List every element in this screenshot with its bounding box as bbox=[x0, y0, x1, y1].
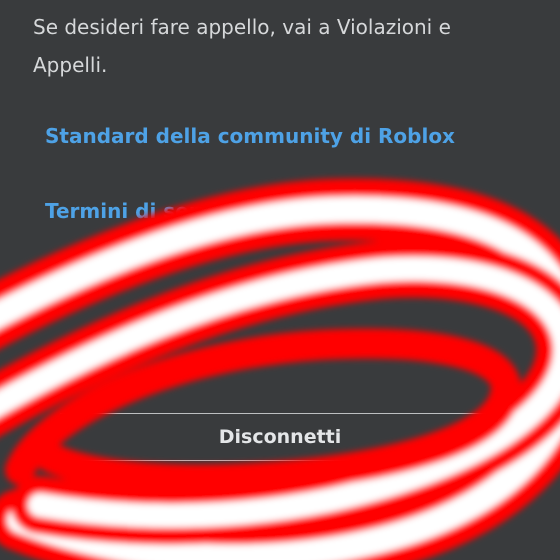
community-standards-link[interactable]: Standard della community di Roblox bbox=[45, 124, 455, 148]
scribble-stroke-outer bbox=[0, 178, 560, 560]
appeal-notice-text: Se desideri fare appello, vai a Violazio… bbox=[33, 15, 451, 77]
scribble-stroke-middle bbox=[0, 239, 560, 545]
scribble-stroke-middle-highlight bbox=[0, 256, 560, 528]
logout-button[interactable]: Disconnetti bbox=[60, 413, 500, 461]
red-scribble-overlay bbox=[0, 178, 560, 560]
terms-of-service-link[interactable]: Termini di servizio bbox=[45, 199, 251, 223]
moderation-screen: Se desideri fare appello, vai a Violazio… bbox=[0, 0, 560, 560]
scribble-stroke-outer-highlight bbox=[0, 196, 560, 560]
